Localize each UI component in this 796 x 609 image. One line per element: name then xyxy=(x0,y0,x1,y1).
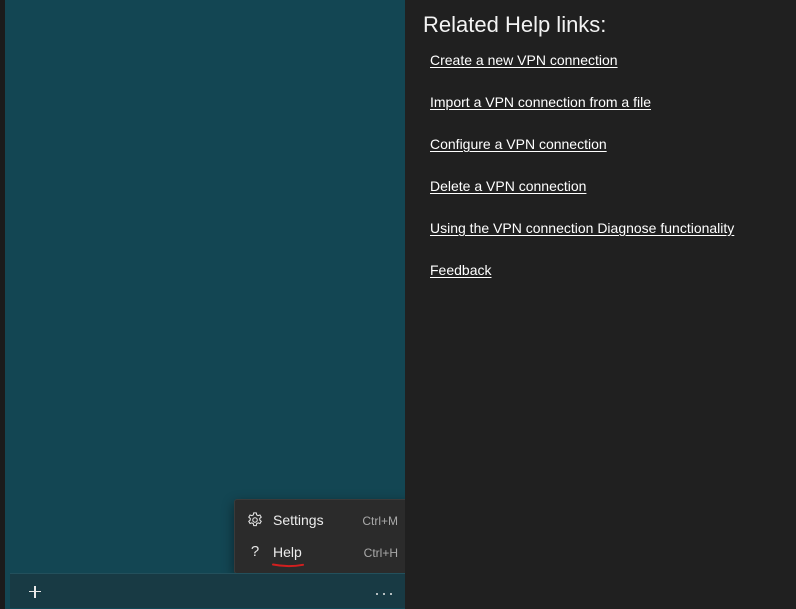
menu-item-help[interactable]: ? Help Ctrl+H xyxy=(235,536,410,568)
ellipsis-dot xyxy=(383,593,386,596)
gear-icon xyxy=(245,510,265,530)
bottom-command-bar xyxy=(10,573,410,608)
help-link-diagnose[interactable]: Using the VPN connection Diagnose functi… xyxy=(430,219,734,261)
more-options-menu: Settings Ctrl+M ? Help Ctrl+H xyxy=(234,499,411,574)
help-link-delete-vpn[interactable]: Delete a VPN connection xyxy=(430,177,734,219)
red-annotation-underline xyxy=(272,563,304,568)
help-link-create-vpn[interactable]: Create a new VPN connection xyxy=(430,51,734,93)
help-link-feedback[interactable]: Feedback xyxy=(430,261,734,303)
help-link-configure-vpn[interactable]: Configure a VPN connection xyxy=(430,135,734,177)
menu-label-help: Help xyxy=(273,544,302,560)
help-pane: Related Help links: Create a new VPN con… xyxy=(405,0,796,609)
add-connection-button[interactable] xyxy=(24,581,46,603)
ellipsis-dot xyxy=(376,593,379,596)
menu-item-settings[interactable]: Settings Ctrl+M xyxy=(235,504,410,536)
shortcut-settings: Ctrl+M xyxy=(362,514,398,528)
help-links-list: Create a new VPN connection Import a VPN… xyxy=(430,51,734,303)
help-link-import-vpn[interactable]: Import a VPN connection from a file xyxy=(430,93,734,135)
question-mark-icon: ? xyxy=(250,543,260,560)
shortcut-help: Ctrl+H xyxy=(363,546,398,560)
ellipsis-dot xyxy=(390,593,393,596)
connections-pane: Settings Ctrl+M ? Help Ctrl+H xyxy=(5,0,411,609)
app-window: Settings Ctrl+M ? Help Ctrl+H Related He… xyxy=(0,0,796,609)
menu-label-settings: Settings xyxy=(273,512,324,528)
help-title: Related Help links: xyxy=(423,12,607,37)
more-options-button[interactable] xyxy=(370,580,400,602)
